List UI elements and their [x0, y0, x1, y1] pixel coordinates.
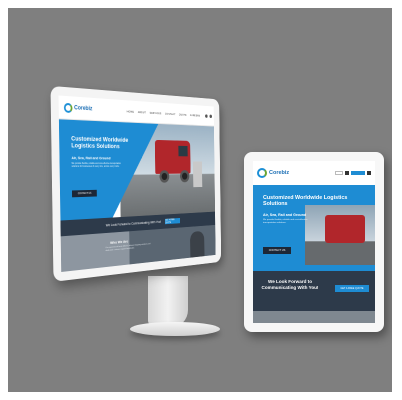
- hero-body: We provide flexible, reliable and cost-e…: [72, 163, 128, 169]
- mockup-stage: Corebiz HOME ABOUT SERVICES CONTACT QUOT…: [8, 8, 392, 392]
- twitter-icon[interactable]: [210, 114, 213, 118]
- facebook-icon[interactable]: [205, 114, 208, 118]
- truck-window: [178, 146, 187, 157]
- site-logo[interactable]: Corebiz: [64, 102, 93, 113]
- logo-icon: [257, 168, 267, 178]
- truck-wheel: [160, 170, 170, 183]
- nav-item-about[interactable]: ABOUT: [138, 110, 146, 114]
- tablet-hero-subtitle: Air, Sea, Rail and Ground: [263, 213, 306, 217]
- free-quote-button[interactable]: GET A FREE QUOTE: [165, 218, 180, 224]
- main-nav: HOME ABOUT SERVICES CONTACT QUOTE CAREER…: [127, 109, 200, 117]
- monitor-base: [130, 322, 220, 336]
- logo-text: Corebiz: [74, 105, 92, 112]
- truck-wheel: [180, 170, 189, 182]
- who-we-are-title: Who We Are: [110, 239, 128, 245]
- tablet-contact-us-button[interactable]: CONTACT US: [263, 247, 291, 254]
- truck-cab: [155, 140, 191, 174]
- cart-icon[interactable]: [367, 171, 371, 175]
- tablet-cta-text: We Look Forward to Communicating With Yo…: [259, 279, 321, 290]
- linkedin-icon[interactable]: [214, 114, 216, 117]
- tablet-footer-strip: [253, 311, 375, 323]
- social-icons: [205, 114, 215, 118]
- tablet-hero-title: Customized Worldwide Logistics Solutions: [263, 195, 353, 207]
- tablet-hero-section: Customized Worldwide Logistics Solutions…: [253, 185, 375, 271]
- tablet-screen: Corebiz Customized Worldwide Logistics S…: [253, 161, 375, 323]
- tablet-free-quote-button[interactable]: GET A FREE QUOTE: [335, 285, 369, 292]
- tablet-mockup: Corebiz Customized Worldwide Logistics S…: [244, 152, 384, 332]
- team-member-photo: [190, 231, 204, 261]
- nav-item-services[interactable]: SERVICES: [150, 110, 162, 114]
- monitor-stand: [148, 276, 188, 328]
- truck-cab: [325, 215, 365, 243]
- nav-item-careers[interactable]: CAREERS: [190, 113, 200, 117]
- tablet-header-controls: [335, 171, 371, 175]
- hero-title: Customized Worldwide Logistics Solutions: [71, 136, 142, 151]
- monitor-frame: Corebiz HOME ABOUT SERVICES CONTACT QUOT…: [50, 86, 221, 282]
- contact-us-button[interactable]: CONTACT US: [72, 190, 97, 198]
- desktop-screen: Corebiz HOME ABOUT SERVICES CONTACT QUOT…: [59, 95, 216, 272]
- nav-item-quote[interactable]: QUOTE: [179, 112, 187, 116]
- search-field[interactable]: [335, 171, 343, 175]
- header-quote-button[interactable]: [351, 171, 365, 175]
- tablet-hero-body: We provide flexible, reliable and cost-e…: [263, 219, 321, 225]
- menu-icon[interactable]: [345, 171, 349, 175]
- tablet-header: Corebiz: [253, 161, 375, 185]
- hero-subtitle: Air, Sea, Rail and Ground: [71, 155, 110, 160]
- hero-section: Customized Worldwide Logistics Solutions…: [59, 119, 215, 220]
- truck-grill: [193, 162, 202, 188]
- nav-item-home[interactable]: HOME: [127, 109, 134, 113]
- logo-icon: [64, 102, 73, 112]
- cta-text: We Look Forward to Communicating With Yo…: [106, 220, 161, 227]
- nav-item-contact[interactable]: CONTACT: [165, 111, 176, 115]
- tablet-logo-text[interactable]: Corebiz: [269, 170, 289, 176]
